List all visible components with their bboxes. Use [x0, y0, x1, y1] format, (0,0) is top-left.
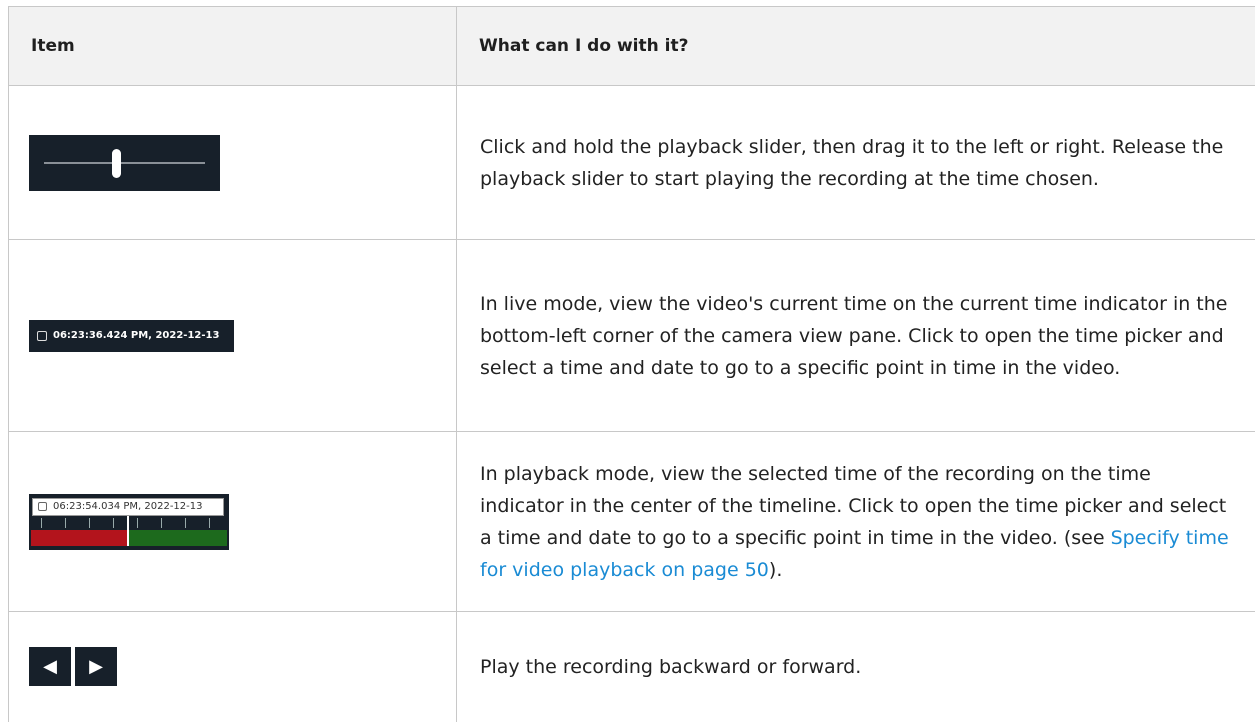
table-row: 06:23:36.424 PM, 2022-12-13 In live mode…: [9, 240, 1255, 432]
item-cell: ◀ ▶: [9, 612, 457, 722]
playback-slider-icon: [29, 135, 220, 191]
clock-icon: [37, 331, 47, 341]
table-row: Click and hold the playback slider, then…: [9, 86, 1255, 240]
item-cell: 06:23:54.034 PM, 2022-12-13: [9, 432, 457, 612]
header-item: Item: [9, 7, 457, 86]
item-cell: 06:23:36.424 PM, 2022-12-13: [9, 240, 457, 432]
header-description: What can I do with it?: [457, 7, 1255, 86]
table-header-row: Item What can I do with it?: [9, 7, 1255, 86]
description-cell: Play the recording backward or forward.: [457, 612, 1255, 722]
backward-play-icon: ◀: [29, 647, 71, 686]
description-cell: In live mode, view the video's current t…: [457, 240, 1255, 432]
item-cell: [9, 86, 457, 240]
table-row: ◀ ▶ Play the recording backward or forwa…: [9, 612, 1255, 722]
forward-play-icon: ▶: [75, 647, 117, 686]
description-cell: In playback mode, view the selected time…: [457, 432, 1255, 612]
clock-icon: [38, 502, 47, 511]
time-text: 06:23:54.034 PM, 2022-12-13: [53, 501, 203, 512]
table-row: 06:23:54.034 PM, 2022-12-13 In playback …: [9, 432, 1255, 612]
description-cell: Click and hold the playback slider, then…: [457, 86, 1255, 240]
time-text: 06:23:36.424 PM, 2022-12-13: [53, 330, 219, 341]
current-time-indicator: 06:23:36.424 PM, 2022-12-13: [29, 320, 234, 352]
description-text-end: ).: [769, 559, 782, 581]
timeline-indicator: 06:23:54.034 PM, 2022-12-13: [29, 494, 229, 550]
feature-table: Item What can I do with it? Click and ho…: [8, 6, 1255, 722]
